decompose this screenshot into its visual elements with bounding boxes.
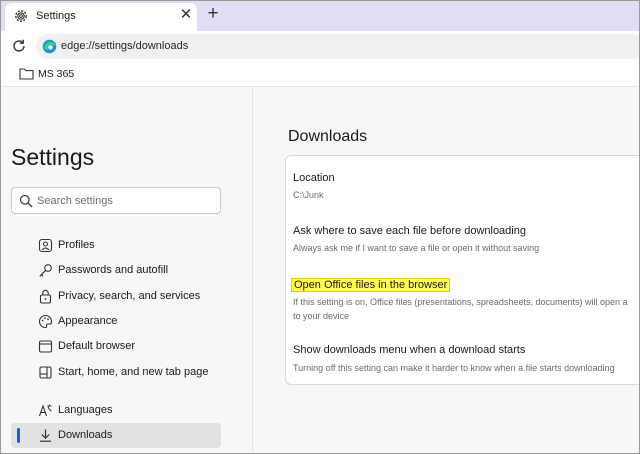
sidebar-item-start-home[interactable]: Start, home, and new tab page — [11, 360, 221, 385]
setting-description: to your device — [293, 311, 350, 321]
setting-title: Location — [293, 172, 335, 184]
settings-main: Downloads Location C:\Junk Ask where to … — [254, 88, 639, 453]
sidebar-item-label: Downloads — [58, 429, 113, 441]
sidebar-title: Settings — [11, 144, 95, 170]
sidebar-item-label: Appearance — [58, 315, 118, 327]
sidebar-item-default-browser[interactable]: Default browser — [11, 334, 221, 359]
setting-description: C:\Junk — [293, 190, 324, 200]
gear-icon — [13, 8, 29, 24]
search-box[interactable] — [11, 187, 221, 214]
refresh-icon[interactable] — [11, 38, 27, 54]
active-indicator — [17, 428, 20, 443]
sidebar-item-label: Default browser — [58, 340, 136, 352]
sidebar-item-profiles[interactable]: Profiles — [11, 233, 221, 258]
toolbar: edge://settings/downloads — [1, 31, 639, 61]
tab-strip: Settings ✕ + — [1, 1, 639, 31]
setting-title: Open Office files in the browser — [291, 278, 451, 292]
profile-icon — [38, 238, 53, 253]
setting-description: If this setting is on, Office files (pre… — [293, 297, 628, 307]
lock-icon — [38, 289, 53, 304]
tab-settings[interactable]: Settings ✕ — [5, 3, 197, 31]
sidebar-item-languages[interactable]: Languages — [11, 398, 221, 423]
url-text[interactable]: edge://settings/downloads — [61, 40, 188, 52]
browser-icon — [38, 339, 53, 354]
address-bar[interactable]: edge://settings/downloads — [36, 34, 639, 59]
download-icon — [38, 428, 53, 443]
search-icon — [19, 194, 33, 208]
setting-title: Ask where to save each file before downl… — [293, 225, 526, 237]
sidebar-item-label: Privacy, search, and services — [58, 290, 201, 302]
sidebar-item-label: Profiles — [58, 239, 95, 251]
sidebar-item-privacy[interactable]: Privacy, search, and services — [11, 284, 221, 309]
appearance-icon — [38, 314, 53, 329]
favorites-bar: MS 365 — [1, 61, 639, 87]
sidebar-item-passwords[interactable]: Passwords and autofill — [11, 258, 221, 283]
setting-description: Always ask me if I want to save a file o… — [293, 243, 540, 253]
sidebar-item-label: Start, home, and new tab page — [58, 366, 209, 378]
search-input[interactable] — [37, 191, 217, 210]
languages-icon — [38, 403, 53, 418]
close-icon[interactable]: ✕ — [178, 7, 194, 23]
sidebar-item-appearance[interactable]: Appearance — [11, 309, 221, 334]
edge-logo-icon — [42, 39, 57, 54]
page-title: Downloads — [288, 128, 368, 145]
key-icon — [38, 263, 53, 278]
settings-sidebar: Settings Profiles — [1, 88, 253, 453]
browser-window: Settings ✕ + edge://settings/downloads M… — [0, 0, 640, 454]
sidebar-item-label: Passwords and autofill — [58, 264, 169, 276]
new-tab-button[interactable]: + — [203, 4, 223, 24]
home-icon — [38, 365, 53, 380]
setting-description: Turning off this setting can make it har… — [293, 363, 615, 373]
tab-title: Settings — [36, 10, 76, 22]
favorite-ms365[interactable]: MS 365 — [38, 68, 74, 80]
setting-title: Show downloads menu when a download star… — [293, 344, 526, 356]
sidebar-item-label: Languages — [58, 404, 113, 416]
downloads-settings-card: Location C:\Junk Ask where to save each … — [285, 155, 639, 385]
folder-icon[interactable] — [19, 67, 34, 80]
sidebar-item-downloads[interactable]: Downloads — [11, 423, 221, 448]
